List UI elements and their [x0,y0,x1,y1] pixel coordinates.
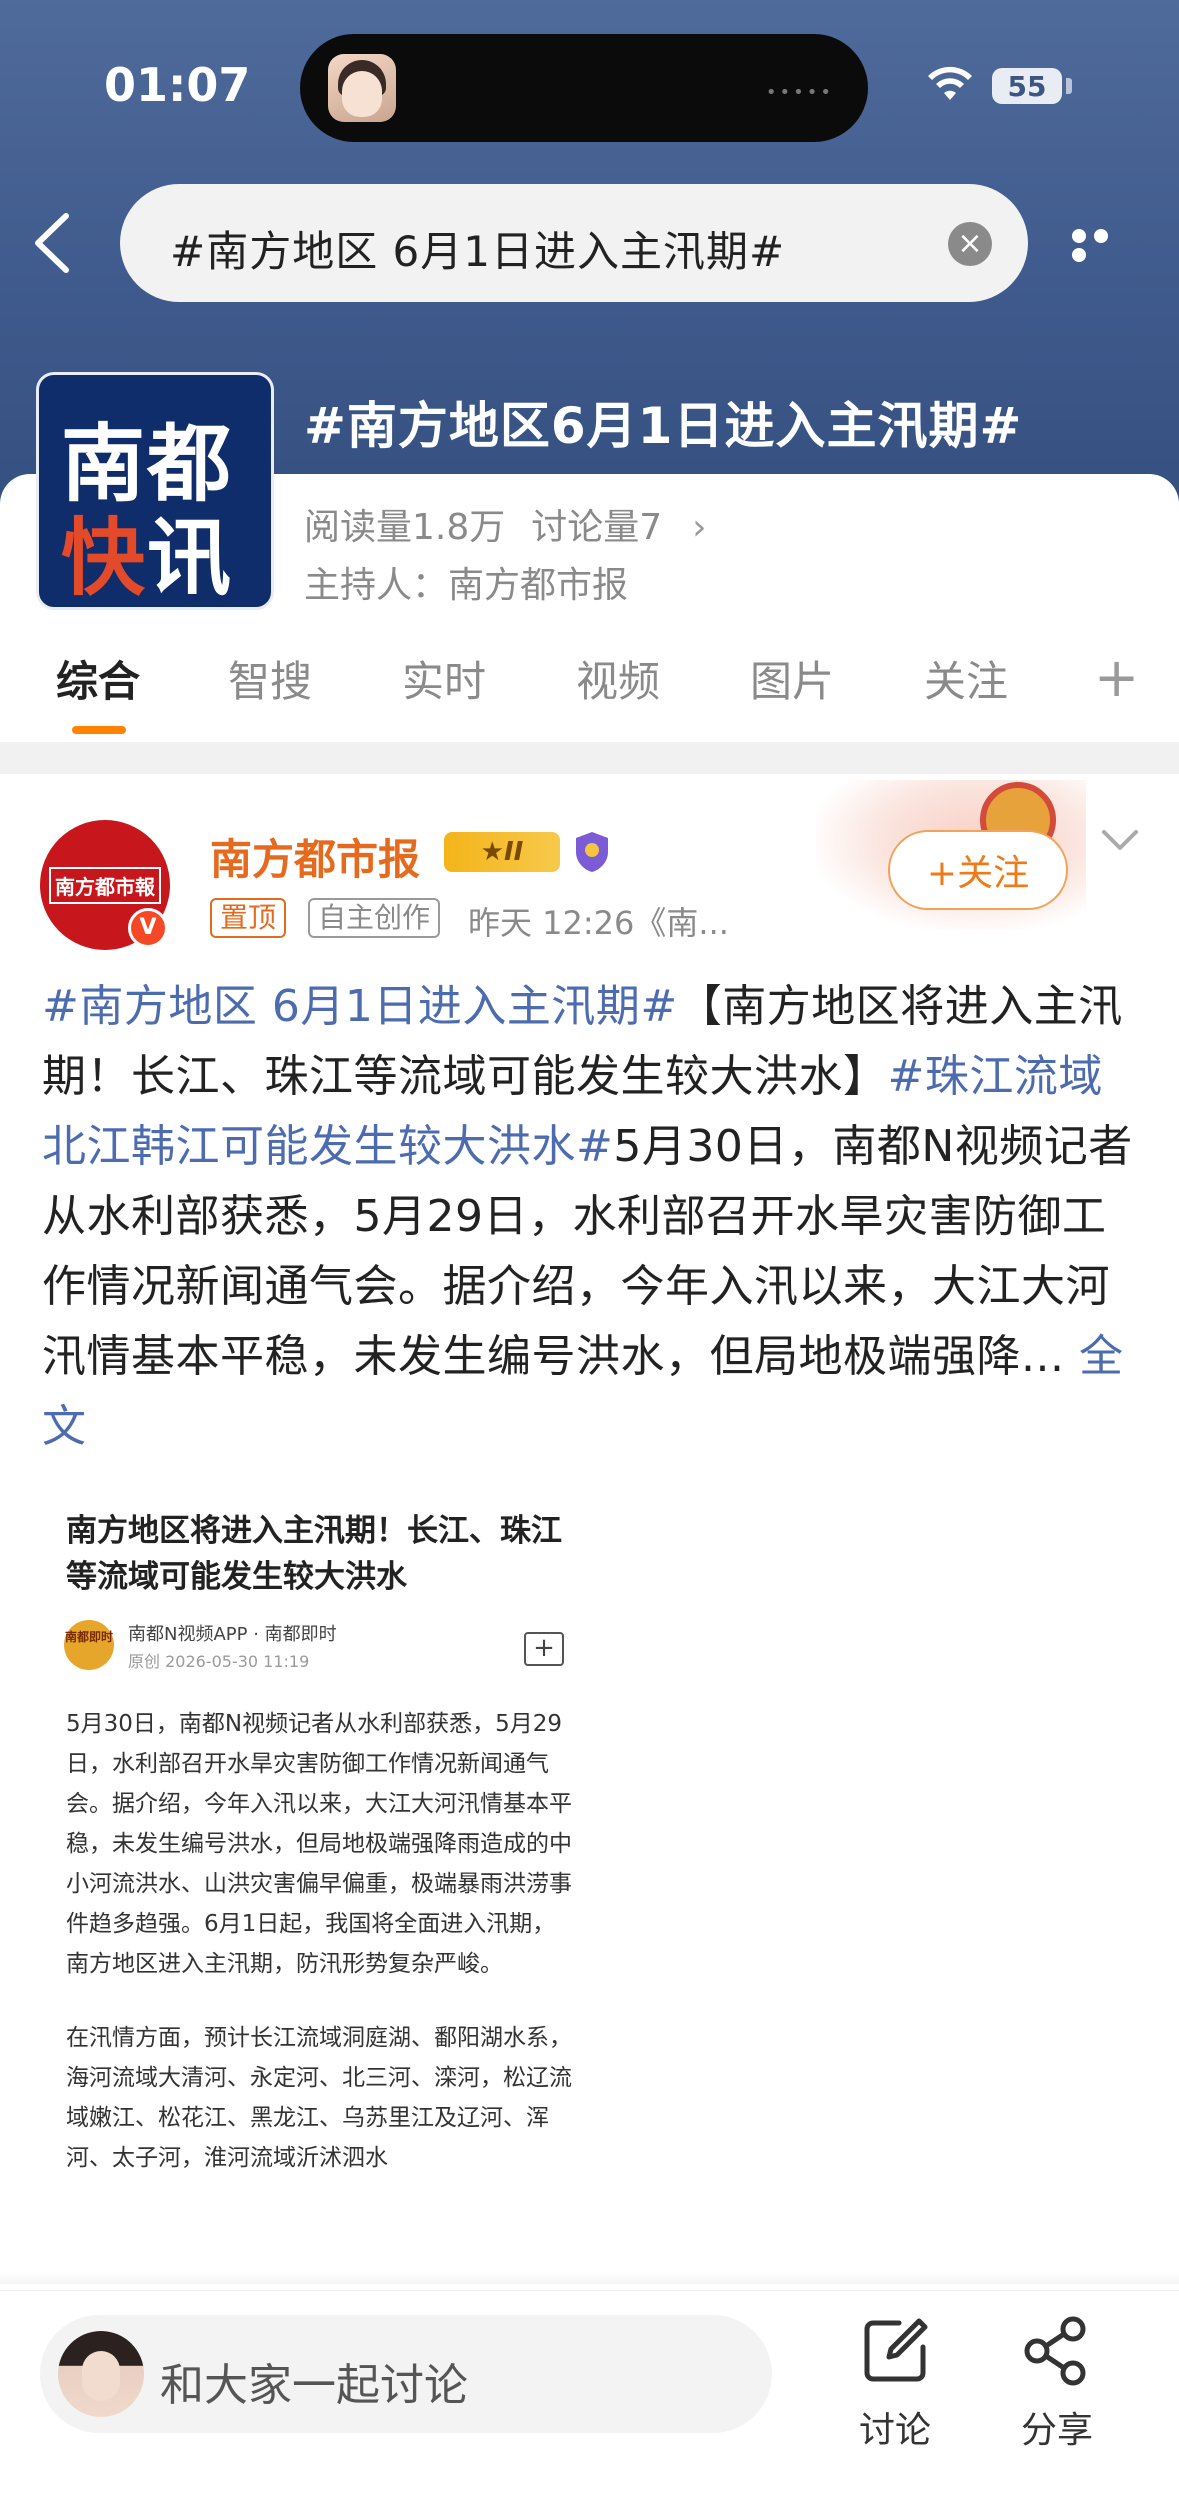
user-avatar [58,2331,144,2417]
bottom-action-bar: 和大家一起讨论 讨论 分享 [0,2290,1179,2516]
search-query-text: #南方地区 6月1日进入主汛期# [170,227,786,276]
logo-text-line2: 快讯 [61,509,234,607]
article-add-icon: + [524,1632,564,1666]
topic-title: #南方地区6月1日进入主汛期# [304,397,1023,455]
discuss-button[interactable]: 讨论 [840,2315,950,2453]
search-input[interactable]: #南方地区 6月1日进入主汛期# × [120,184,1028,302]
active-tab-indicator [72,726,126,734]
battery-indicator: 55 [992,68,1062,104]
article-source: 南都N视频APP · 南都即时 [128,1624,337,1645]
hashtag-link[interactable]: #南方地区 6月1日进入主汛期# [42,981,678,1032]
status-bar: 01:07 ••••• 55 [0,0,1179,170]
status-time: 01:07 [104,58,251,112]
tab-video[interactable]: 视频 [576,648,660,709]
share-icon [1024,2316,1086,2386]
reads-count: 阅读量1.8万 [304,507,506,548]
content-fade [0,2272,1179,2284]
share-label: 分享 [1020,2410,1093,2451]
island-avatar-icon [328,54,396,122]
topic-stats[interactable]: 阅读量1.8万 讨论量7 › [304,498,707,550]
shield-badge-icon [576,832,608,872]
comment-placeholder: 和大家一起讨论 [160,2360,468,2411]
post-meta: 昨天 12:26《南... [468,904,729,942]
battery-tip [1066,78,1072,94]
topic-host: 主持人：南方都市报 [304,565,629,606]
pinned-tag: 置顶 [210,898,287,938]
article-paragraph: 5月30日，南都N视频记者从水利部获悉，5月29日，水利部召开水旱灾害防御工作情… [66,1711,572,1977]
clear-search-icon[interactable]: × [948,222,992,266]
avatar-logo-text: 南方都市報 [49,866,161,904]
level-badge-text: II [503,837,524,867]
edit-icon [864,2318,928,2382]
tab-comprehensive[interactable]: 综合 [56,648,140,709]
follow-button[interactable]: +关注 [888,830,1068,910]
article-date: 原创 2026-05-30 11:19 [128,1652,310,1671]
level-badge-icon: ★ II [444,832,560,872]
verified-badge-icon: V [128,908,168,948]
discuss-label: 讨论 [858,2410,931,2451]
back-arrow-icon[interactable] [30,210,74,276]
original-content-tag: 自主创作 [308,898,441,938]
article-image[interactable]: 南方地区将进入主汛期！长江、珠江等流域可能发生较大洪水 南都即时 南都N视频AP… [42,1486,582,2226]
post-body: #南方地区 6月1日进入主汛期#【南方地区将进入主汛期！长江、珠江等流域可能发生… [42,972,1142,1462]
tab-smart-search[interactable]: 智搜 [228,648,312,709]
wifi-icon [928,66,972,100]
comment-input[interactable]: 和大家一起讨论 [40,2315,772,2433]
chevron-down-icon[interactable] [1096,822,1144,858]
article-title: 南方地区将进入主汛期！长江、珠江等流域可能发生较大洪水 [66,1513,562,1595]
post-username[interactable]: 南方都市报 [210,826,420,887]
section-divider [0,742,1179,774]
add-tab-icon[interactable]: + [1094,648,1139,708]
tab-images[interactable]: 图片 [750,648,834,709]
article-paragraph: 在汛情方面，预计长江流域洞庭湖、鄱阳湖水系，海河流域大清河、永定河、北三河、滦河… [66,2025,572,2171]
tab-realtime[interactable]: 实时 [402,648,486,709]
article-source-logo: 南都即时 [64,1620,114,1670]
more-options-icon[interactable] [1072,228,1136,262]
share-button[interactable]: 分享 [1002,2315,1112,2453]
chevron-right-icon: › [692,507,707,548]
discussion-count: 讨论量7 [531,507,663,548]
island-dots-icon: ••••• [765,82,834,103]
dynamic-island: ••••• [300,34,868,142]
tab-following[interactable]: 关注 [924,648,1008,709]
tab-bar: 综合 智搜 实时 视频 图片 关注 + [0,648,1179,738]
topic-logo: 南都 快讯 [36,372,274,610]
